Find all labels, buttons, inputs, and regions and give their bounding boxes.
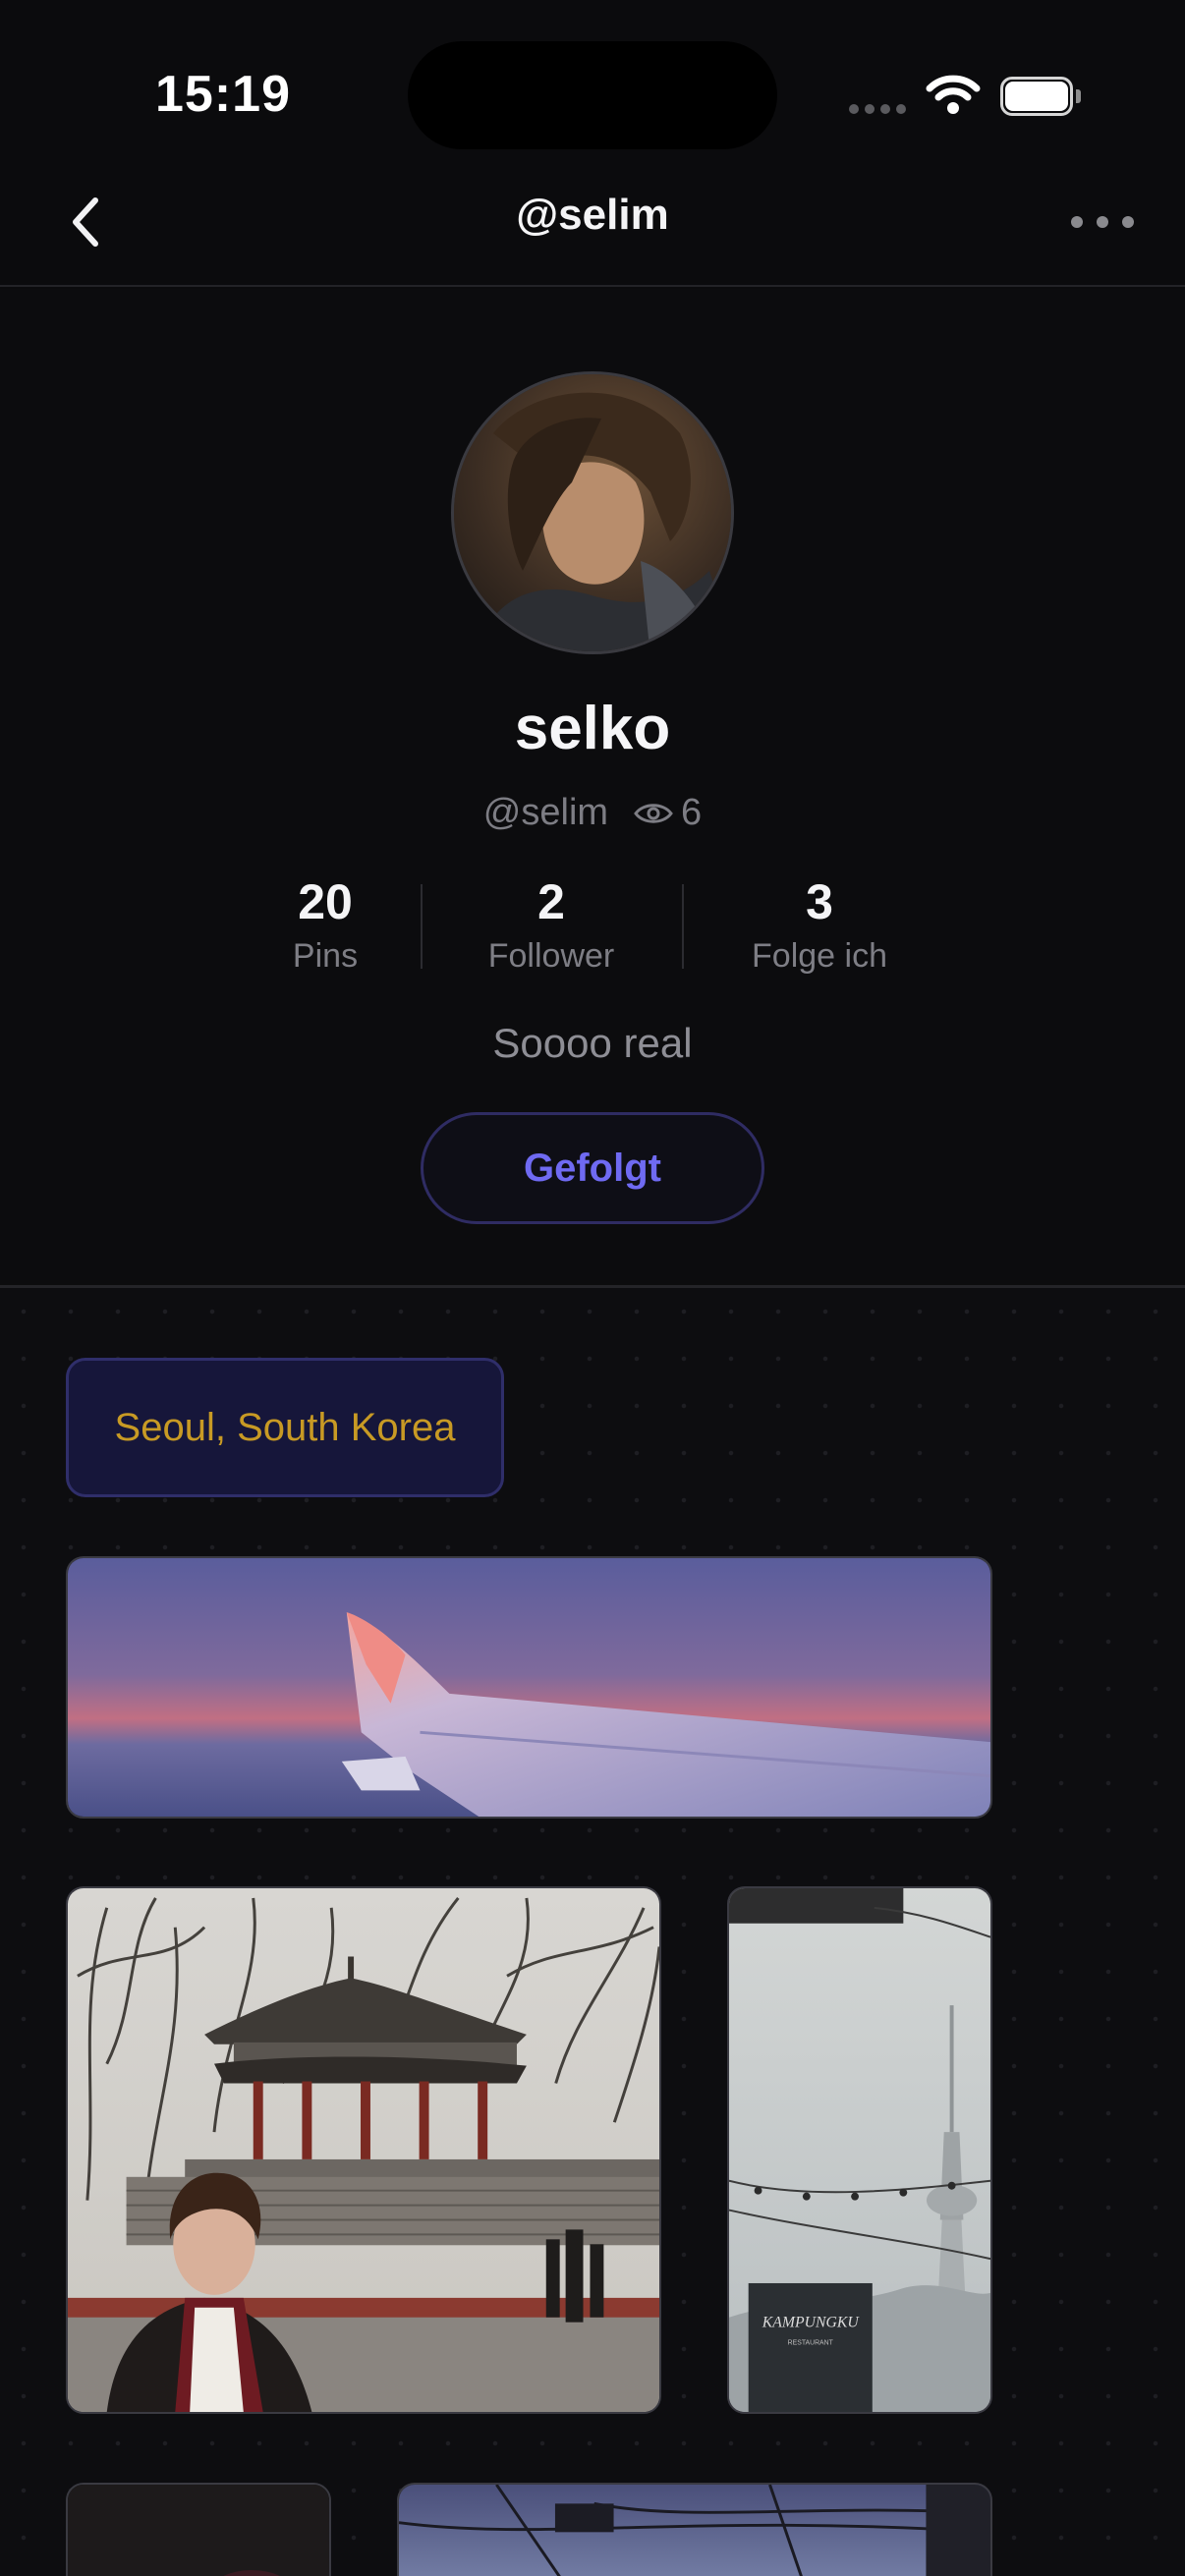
stat-divider	[421, 884, 423, 969]
stat-pins[interactable]: 20 Pins	[261, 874, 389, 976]
navigation-bar: @selim	[0, 177, 1185, 287]
more-dot-icon	[1122, 216, 1134, 228]
restaurant-sign-subtext: RESTAURANT	[788, 2339, 834, 2346]
battery-icon	[1000, 77, 1081, 116]
restaurant-sign-text: KAMPUNGKU	[762, 2315, 861, 2331]
photo-seoul-tower: KAMPUNGKU RESTAURANT	[729, 1888, 990, 2412]
photo-street-wires	[399, 2485, 990, 2576]
wifi-icon	[926, 75, 981, 114]
stat-divider	[682, 884, 684, 969]
pin-street-wires[interactable]	[397, 2483, 992, 2576]
display-name: selko	[514, 695, 671, 762]
cellular-signal-icon	[849, 102, 908, 116]
photo-dark	[68, 2485, 329, 2576]
profile-screen: 15:19 @selim selko @selim 6 20 Pins 2 Fo…	[0, 0, 1185, 2576]
stat-value: 3	[806, 874, 833, 929]
profile-bio: Soooo real	[492, 1020, 693, 1066]
stat-followers[interactable]: 2 Follower	[458, 874, 645, 976]
nav-title: @selim	[516, 191, 669, 239]
dynamic-island	[408, 41, 777, 149]
stat-label: Follower	[487, 937, 615, 975]
photo-airplane-wing	[68, 1558, 990, 1817]
pin-airplane-wing[interactable]	[66, 1556, 992, 1819]
stat-label: Folge ich	[752, 937, 887, 975]
photo-pavilion-portrait	[68, 1888, 659, 2412]
profile-stats: 20 Pins 2 Follower 3 Folge ich	[0, 874, 1185, 992]
pin-dark-photo[interactable]	[66, 2483, 331, 2576]
more-dot-icon	[1071, 216, 1083, 228]
pin-pavilion-portrait[interactable]	[66, 1886, 661, 2414]
more-options-button[interactable]	[1071, 202, 1134, 242]
stat-following[interactable]: 3 Folge ich	[721, 874, 918, 976]
pin-board[interactable]: Seoul, South Korea KAMPUNGKU RESTAURANT	[0, 1288, 1185, 2576]
username-handle: @selim	[482, 792, 609, 833]
location-chip[interactable]: Seoul, South Korea	[66, 1358, 504, 1497]
more-dot-icon	[1097, 216, 1108, 228]
follow-button[interactable]: Gefolgt	[421, 1112, 764, 1224]
avatar[interactable]	[451, 371, 734, 654]
avatar-image	[454, 374, 731, 651]
stat-value: 2	[537, 874, 565, 929]
pin-seoul-tower[interactable]: KAMPUNGKU RESTAURANT	[727, 1886, 992, 2414]
status-bar: 15:19	[0, 0, 1185, 177]
eye-icon	[634, 803, 673, 823]
stat-label: Pins	[292, 937, 359, 975]
handle-row: @selim 6	[0, 792, 1185, 834]
profile-header: selko @selim 6 20 Pins 2 Follower 3 Folg…	[0, 289, 1185, 1285]
profile-views: 6	[634, 792, 702, 834]
stat-value: 20	[298, 874, 353, 929]
views-count: 6	[681, 792, 703, 833]
status-time: 15:19	[155, 66, 291, 123]
